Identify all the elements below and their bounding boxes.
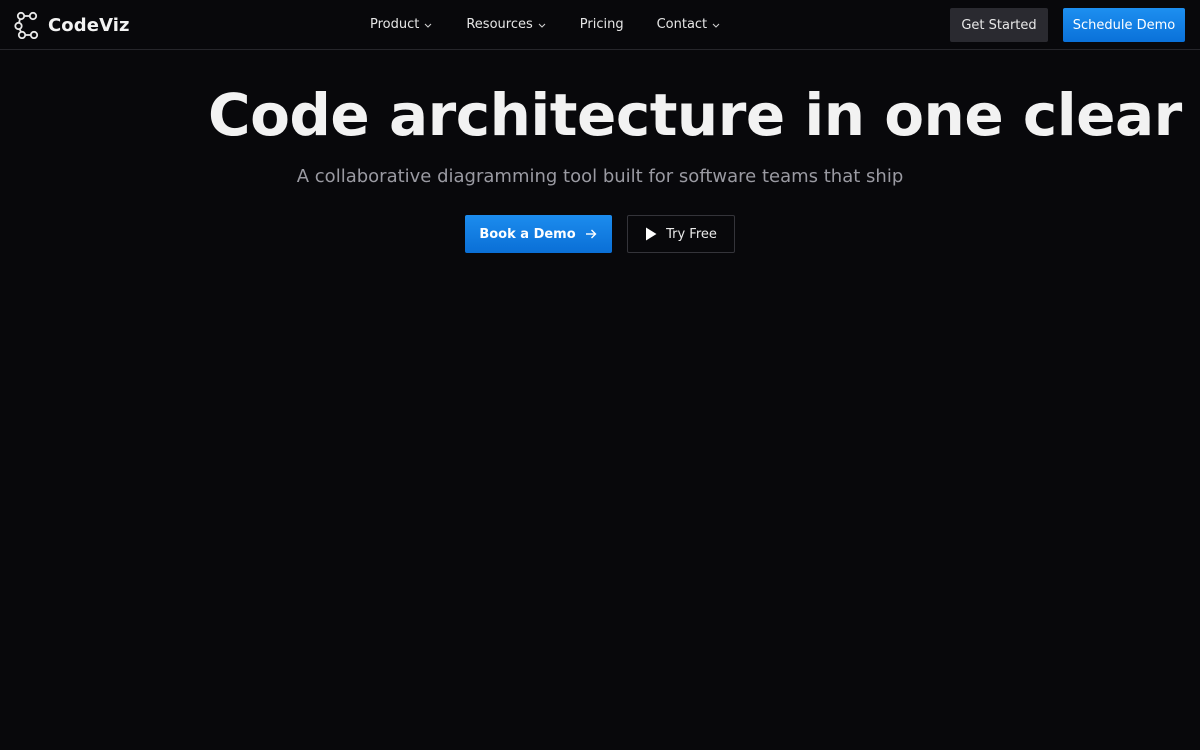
brand-logo-link[interactable]: CodeViz [14, 10, 130, 40]
nav-item-label: Product [370, 16, 420, 32]
nav-item-label: Contact [656, 16, 708, 32]
brand-name: CodeViz [48, 14, 130, 36]
chevron-down-icon [712, 23, 720, 28]
get-started-button[interactable]: Get Started [950, 8, 1048, 42]
book-demo-button[interactable]: Book a Demo [465, 215, 612, 253]
top-navbar: CodeViz Product Resources Pricing Contac… [0, 0, 1200, 50]
book-demo-label: Book a Demo [479, 226, 576, 242]
try-free-button[interactable]: Try Free [627, 215, 735, 253]
schedule-demo-button[interactable]: Schedule Demo [1063, 8, 1185, 42]
nav-item-product[interactable]: Product [360, 0, 443, 48]
arrow-right-icon [585, 229, 597, 239]
chevron-down-icon [538, 23, 546, 28]
nav-item-pricing[interactable]: Pricing [570, 0, 634, 48]
try-free-label: Try Free [666, 226, 717, 242]
chevron-down-icon [424, 23, 432, 28]
nav-item-label: Pricing [579, 16, 624, 32]
hero-title: Code architecture in one clear view [208, 81, 1200, 149]
hero-subtitle: A collaborative diagramming tool built f… [296, 166, 904, 187]
graph-nodes-icon [14, 11, 39, 39]
nav-item-label: Resources [466, 16, 533, 32]
hero-title-clip: Code architecture in one clear view [0, 70, 1200, 160]
primary-nav: Product Resources Pricing Contact [360, 0, 744, 48]
nav-item-contact[interactable]: Contact [647, 0, 732, 48]
play-icon [646, 227, 657, 241]
hero-cta-row: Book a Demo Try Free [0, 215, 1200, 253]
nav-item-resources[interactable]: Resources [456, 0, 556, 48]
